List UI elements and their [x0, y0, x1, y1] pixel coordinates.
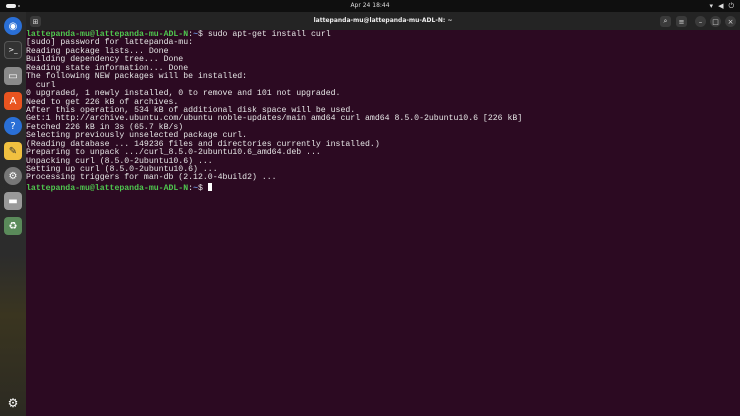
top-bar: Apr 24 18:44 ▾ ◀ ⏻: [0, 0, 740, 12]
active-prompt-line[interactable]: lattepanda-mu@lattepanda-mu-ADL-N:~$: [26, 182, 740, 193]
minimize-icon[interactable]: –: [695, 16, 706, 27]
clock[interactable]: Apr 24 18:44: [0, 2, 740, 9]
search-icon[interactable]: ⌕: [660, 16, 671, 27]
system-tray[interactable]: ▾ ◀ ⏻: [710, 2, 734, 11]
wifi-icon: ▾: [709, 2, 714, 10]
dock: ◉ >_ ▭ A ? ✎ ⚙ ▬ ♻ ⚙: [0, 12, 26, 416]
close-icon[interactable]: ×: [725, 16, 736, 27]
volume-icon: ◀: [718, 2, 724, 10]
power-icon: ⏻: [728, 2, 734, 10]
output-line: The following NEW packages will be insta…: [26, 72, 248, 82]
chromium-icon[interactable]: ◉: [4, 17, 22, 35]
output-line: Processing triggers for man-db (2.12.0-4…: [26, 173, 277, 183]
trash-icon[interactable]: ♻: [4, 217, 22, 235]
terminal-header-bar: ⊞ lattepanda-mu@lattepanda-mu-ADL-N: ~ ⌕…: [26, 12, 740, 30]
window-title: lattepanda-mu@lattepanda-mu-ADL-N: ~: [313, 17, 453, 24]
prompt-user: lattepanda-mu@lattepanda-mu-ADL-N: [26, 183, 189, 193]
text-cursor: [207, 182, 212, 191]
prompt-path: ~: [193, 30, 198, 39]
terminal-icon[interactable]: >_: [4, 41, 22, 59]
text-editor-icon[interactable]: ✎: [4, 142, 22, 160]
app-center-icon[interactable]: A: [4, 92, 22, 110]
terminal-output[interactable]: lattepanda-mu@lattepanda-mu-ADL-N:~$ sud…: [26, 30, 740, 416]
command-text: sudo apt-get install curl: [207, 30, 331, 39]
maximize-icon[interactable]: □: [710, 16, 721, 27]
files-icon[interactable]: ▭: [4, 67, 22, 85]
drive-icon[interactable]: ▬: [4, 192, 22, 210]
help-icon[interactable]: ?: [4, 117, 22, 135]
show-apps-icon[interactable]: ⚙: [4, 394, 22, 412]
menu-icon[interactable]: ≡: [676, 16, 687, 27]
settings-icon[interactable]: ⚙: [4, 167, 22, 185]
prompt-path: ~: [193, 183, 198, 193]
